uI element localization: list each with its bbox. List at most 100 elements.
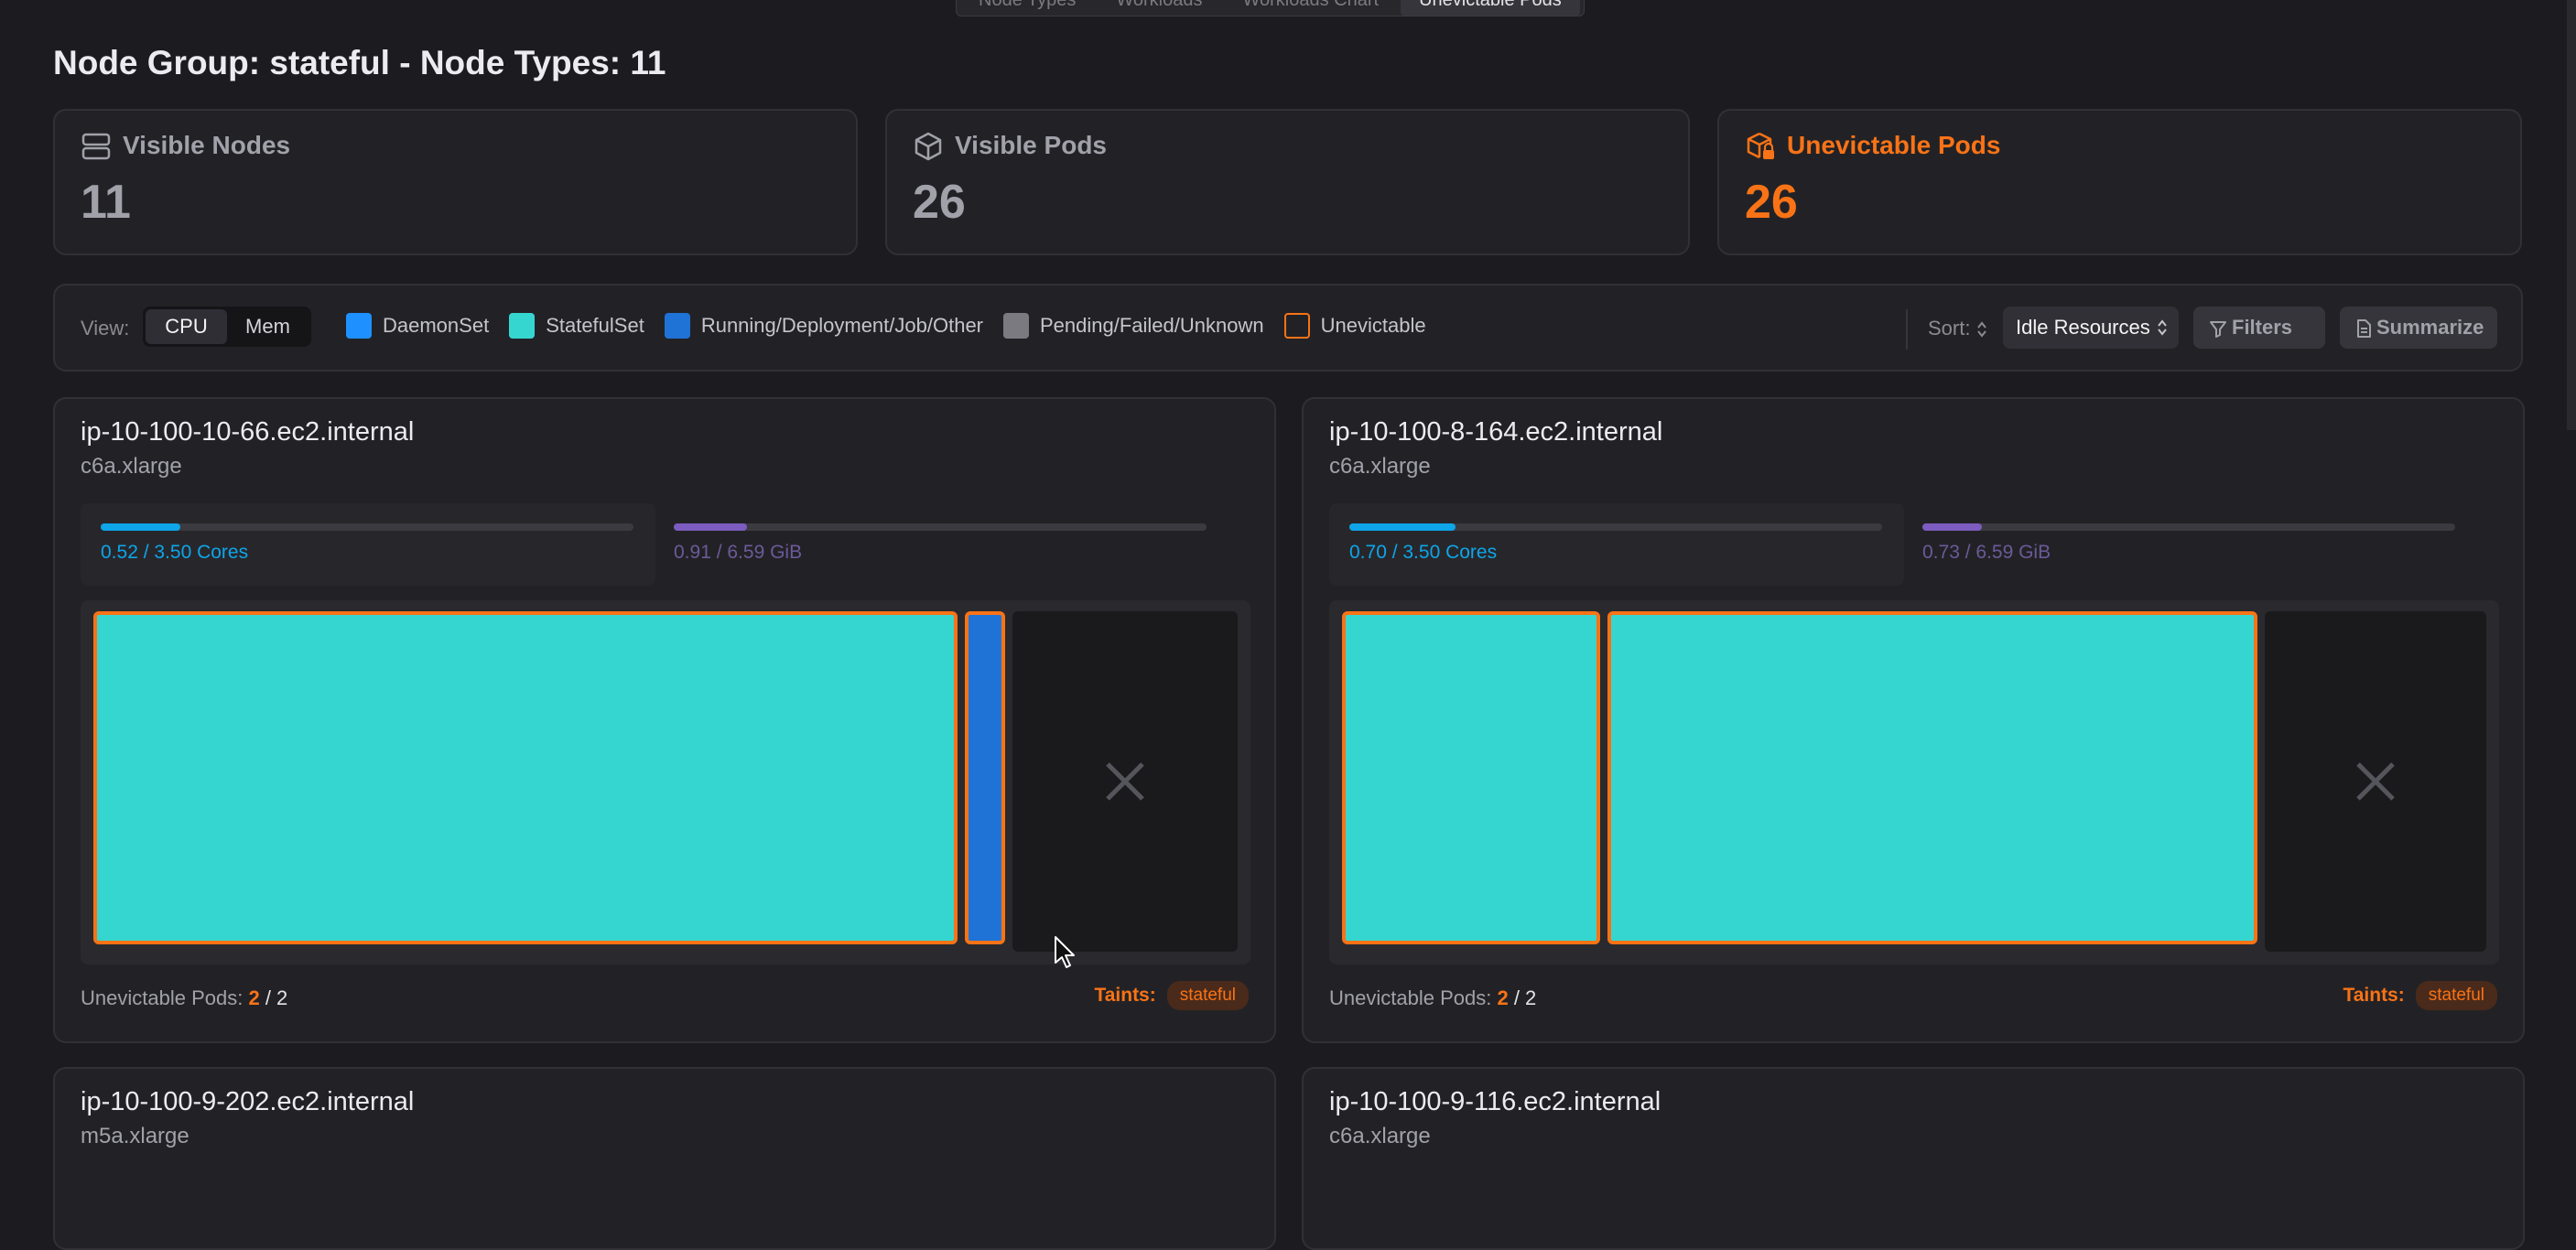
tab-workloads[interactable]: Workloads (1098, 0, 1220, 16)
unevictable-total: 2 (276, 986, 288, 1009)
legend-label: Running/Deployment/Job/Other (700, 314, 983, 337)
sort-label-text: Sort: (1928, 317, 1971, 339)
tab-workloads-chart[interactable]: Workloads Chart (1225, 0, 1398, 16)
legend-label: Pending/Failed/Unknown (1040, 314, 1264, 337)
mem-usage-fill (674, 523, 748, 531)
unevictable-label: Unevictable Pods: (1329, 986, 1492, 1009)
taints: Taints: stateful (1094, 981, 1249, 1010)
divider (1906, 309, 1908, 350)
cube-icon (915, 132, 942, 161)
node-instance-type: c6a.xlarge (81, 454, 182, 479)
node-instance-type: m5a.xlarge (81, 1124, 189, 1148)
legend-swatch (664, 313, 690, 339)
pod-statefulset[interactable] (1342, 611, 1600, 944)
visible-nodes-card: Visible Nodes 11 (53, 109, 858, 255)
node-card[interactable]: ip-10-100-9-116.ec2.internal c6a.xlarge (1302, 1067, 2525, 1250)
unevictable-label: Unevictable Pods: (81, 986, 244, 1009)
summarize-button[interactable]: Summarize (2340, 307, 2497, 349)
unevictable-summary: Unevictable Pods: 2 / 2 (1329, 986, 1537, 1009)
server-icon (81, 133, 111, 160)
cpu-usage-panel: 0.70 / 3.50 Cores (1329, 503, 1904, 586)
close-icon (2356, 762, 2395, 801)
legend-daemonset: DaemonSet (346, 313, 489, 339)
visible-pods-value: 26 (913, 176, 966, 229)
view-label: View: (81, 317, 130, 339)
pod-running[interactable] (965, 611, 1005, 944)
sort-select-value: Idle Resources (2016, 316, 2150, 339)
cpu-usage-panel: 0.52 / 3.50 Cores (81, 503, 655, 586)
locked-package-icon (1747, 132, 1774, 159)
unevictable-count: 2 (248, 986, 260, 1009)
cpu-usage-fill (101, 523, 180, 531)
cpu-usage-text: 0.52 / 3.50 Cores (101, 542, 249, 563)
legend-swatch (1283, 313, 1310, 339)
legend-label: DaemonSet (383, 314, 490, 337)
taints-label: Taints: (2343, 985, 2405, 1006)
cpu-usage-bar (1349, 523, 1882, 531)
unevictable-pods-label: Unevictable Pods (1787, 131, 2001, 159)
visible-pods-card: Visible Pods 26 (885, 109, 1690, 255)
cpu-usage-fill (1349, 523, 1456, 531)
view-toggle: CPU Mem (143, 307, 311, 347)
legend: DaemonSet StatefulSet Running/Deployment… (346, 313, 1426, 339)
sort-label: Sort: (1928, 317, 1987, 340)
pod-map (81, 600, 1250, 964)
legend-running: Running/Deployment/Job/Other (664, 313, 983, 339)
legend-label: StatefulSet (546, 314, 644, 337)
pod-map (1329, 600, 2499, 964)
node-card[interactable]: ip-10-100-9-202.ec2.internal m5a.xlarge (53, 1067, 1276, 1250)
node-name: ip-10-100-10-66.ec2.internal (81, 417, 415, 447)
taint-badge: stateful (1166, 981, 1249, 1010)
legend-label: Unevictable (1320, 314, 1426, 337)
filter-icon (2210, 321, 2226, 339)
pod-statefulset[interactable] (93, 611, 958, 944)
taint-badge: stateful (2415, 981, 2497, 1010)
view-mem-button[interactable]: Mem (227, 309, 308, 344)
visible-pods-label: Visible Pods (955, 131, 1107, 159)
visible-nodes-label: Visible Nodes (123, 131, 291, 159)
node-instance-type: c6a.xlarge (1329, 1124, 1431, 1148)
close-icon (1106, 762, 1144, 801)
page-title: Node Group: stateful - Node Types: 11 (53, 44, 666, 81)
top-tab-bar: Node Types Workloads Workloads Chart Une… (956, 0, 1585, 16)
tab-unevictable-pods[interactable]: Unevictable Pods (1401, 0, 1580, 16)
mem-usage-fill (1922, 523, 1982, 531)
cpu-usage-bar (101, 523, 633, 531)
document-icon (2357, 319, 2371, 339)
unevictable-pods-card: Unevictable Pods 26 (1717, 109, 2522, 255)
free-capacity-area (2265, 611, 2486, 952)
node-name: ip-10-100-9-116.ec2.internal (1329, 1087, 1661, 1116)
cpu-usage-text: 0.70 / 3.50 Cores (1349, 542, 1498, 563)
sort-chevrons-icon (1976, 321, 1986, 338)
legend-unevictable: Unevictable (1283, 313, 1426, 339)
mem-usage-bar (674, 523, 1207, 531)
mem-usage-text: 0.73 / 6.59 GiB (1922, 542, 2051, 563)
mouse-cursor-icon (1055, 936, 1075, 968)
node-card[interactable]: ip-10-100-8-164.ec2.internal c6a.xlarge … (1302, 397, 2525, 1043)
view-cpu-button[interactable]: CPU (146, 309, 227, 344)
unevictable-total: 2 (1525, 986, 1537, 1009)
node-card[interactable]: ip-10-100-10-66.ec2.internal c6a.xlarge … (53, 397, 1276, 1043)
legend-swatch (346, 313, 372, 339)
tab-node-types[interactable]: Node Types (960, 0, 1094, 16)
legend-swatch (509, 313, 536, 339)
mem-usage-bar (1922, 523, 2455, 531)
free-capacity-area (1012, 611, 1238, 952)
legend-statefulset: StatefulSet (509, 313, 644, 339)
taints-label: Taints: (1094, 985, 1156, 1006)
node-name: ip-10-100-8-164.ec2.internal (1329, 417, 1663, 447)
summarize-label: Summarize (2376, 316, 2484, 339)
node-name: ip-10-100-9-202.ec2.internal (81, 1087, 415, 1116)
scrollbar[interactable] (2567, 0, 2576, 430)
filters-button[interactable]: Filters (2193, 307, 2325, 349)
node-instance-type: c6a.xlarge (1329, 454, 1431, 479)
unevictable-summary: Unevictable Pods: 2 / 2 (81, 986, 288, 1009)
mem-usage-text: 0.91 / 6.59 GiB (674, 542, 803, 563)
toolbar: View: CPU Mem DaemonSet StatefulSet Runn… (53, 284, 2523, 372)
legend-pending: Pending/Failed/Unknown (1003, 313, 1264, 339)
legend-swatch (1003, 313, 1029, 339)
visible-nodes-value: 11 (81, 176, 131, 229)
sort-select[interactable]: Idle Resources (2003, 307, 2179, 349)
unevictable-pods-value: 26 (1745, 176, 1798, 229)
pod-statefulset[interactable] (1607, 611, 2257, 944)
